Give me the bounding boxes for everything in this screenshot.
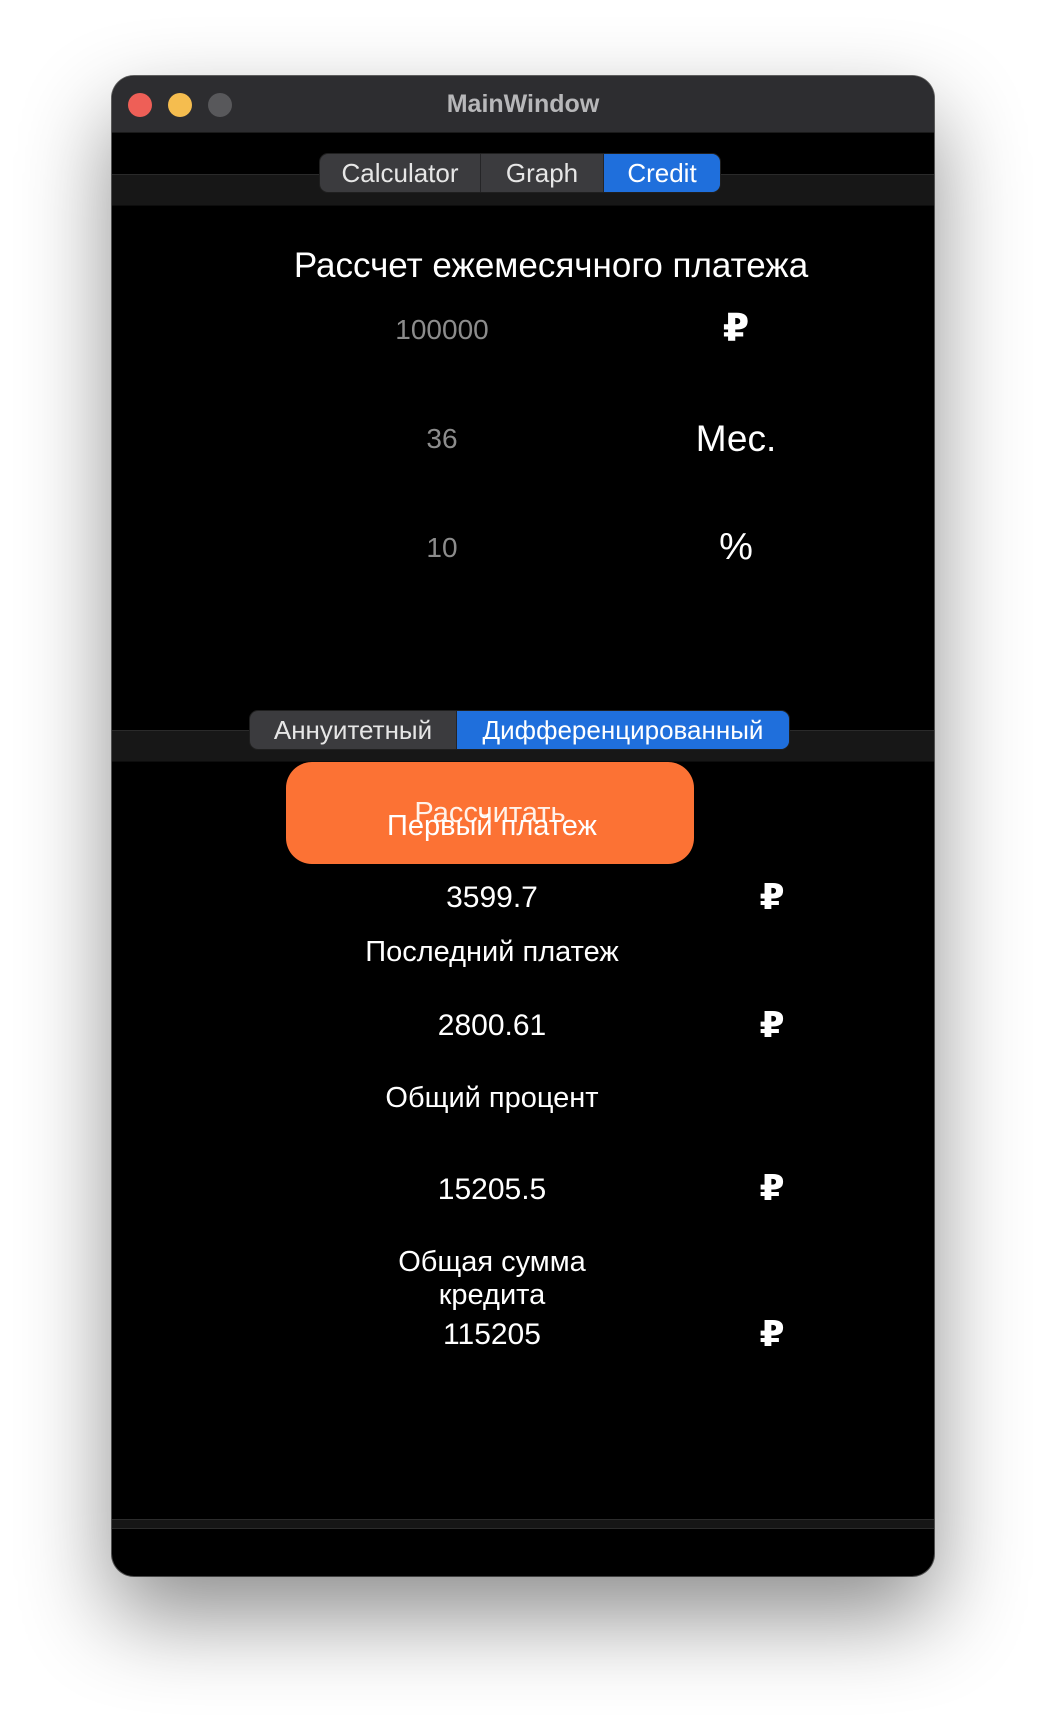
bottom-divider [112,1519,934,1529]
tab-calculator[interactable]: Calculator [320,154,481,192]
amount-unit: ₽ [722,308,750,350]
tab-credit[interactable]: Credit [604,154,720,192]
term-unit: Мес. [695,418,777,459]
first-payment-label: Первый платеж [387,810,597,842]
total-interest-value: 15205.5 [437,1173,547,1206]
last-payment-label: Последний платеж [365,936,619,968]
rate-unit: % [719,526,753,568]
total-interest-label: Общий процент [385,1082,599,1114]
term-input[interactable]: 36 [292,423,592,455]
tab-differentiated[interactable]: Дифференцированный [457,711,789,749]
payment-type-selector: Аннуитетный Дифференцированный [250,711,789,749]
last-payment-unit: ₽ [759,1004,785,1045]
first-payment-unit: ₽ [759,876,785,917]
main-window: MainWindow Calculator Graph Credit Рассч… [112,76,934,1576]
total-credit-value: 115205 [443,1318,541,1351]
page-title: Рассчет ежемесячного платежа [293,246,809,285]
first-payment-value: 3599.7 [446,881,538,914]
tab-annuity[interactable]: Аннуитетный [250,711,457,749]
tab-graph[interactable]: Graph [481,154,604,192]
window-title: MainWindow [446,90,600,118]
total-credit-unit: ₽ [759,1313,785,1354]
main-tabs: Calculator Graph Credit [320,154,720,192]
total-credit-label: Общая сумма кредита [398,1246,586,1311]
title-bar[interactable]: MainWindow [112,76,934,133]
rate-input[interactable]: 10 [292,532,592,564]
total-interest-unit: ₽ [759,1167,785,1208]
amount-input[interactable]: 100000 [292,314,592,346]
last-payment-value: 2800.61 [437,1009,547,1042]
